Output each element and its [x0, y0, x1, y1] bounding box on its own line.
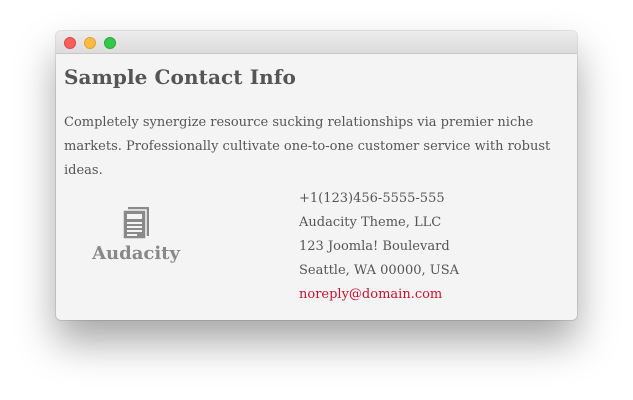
page-title: Sample Contact Info: [64, 65, 296, 89]
zoom-button[interactable]: [104, 37, 116, 49]
contact-city: Seattle, WA 00000, USA: [299, 263, 460, 278]
minimize-button[interactable]: [84, 37, 96, 49]
close-button[interactable]: [64, 37, 76, 49]
contact-details: +1(123)456-5555-555 Audacity Theme, LLC …: [299, 187, 459, 307]
contact-email-link[interactable]: noreply@domain.com: [299, 287, 442, 302]
contact-street: 123 Joomla! Boulevard: [299, 239, 450, 254]
title-bar: [56, 31, 577, 54]
intro-text: Completely synergize resource sucking re…: [64, 115, 551, 178]
logo: Audacity: [86, 207, 186, 264]
contact-phone: +1(123)456-5555-555: [299, 191, 445, 206]
newspaper-icon: [122, 207, 149, 239]
app-window: Sample Contact Info Completely synergize…: [56, 31, 577, 320]
contact-company: Audacity Theme, LLC: [299, 215, 442, 230]
logo-text: Audacity: [92, 243, 180, 264]
